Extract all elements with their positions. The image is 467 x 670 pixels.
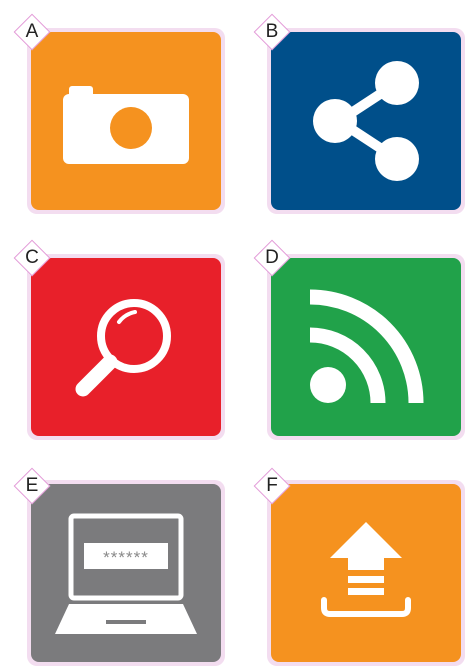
tile-d-panel [271, 258, 461, 436]
upload-icon [321, 522, 411, 617]
camera-icon [63, 86, 189, 164]
tile-e[interactable]: ****** [27, 480, 231, 670]
badge-letter: C [25, 247, 39, 268]
tile-a[interactable] [27, 28, 231, 218]
tile-c[interactable] [27, 254, 231, 444]
badge-c: C [13, 239, 51, 277]
badge-letter: B [265, 21, 279, 42]
tile-b-panel [271, 32, 461, 210]
tile-f[interactable] [267, 480, 467, 670]
badge-d: D [253, 239, 291, 277]
tile-c-panel [31, 258, 221, 436]
tile-f-panel [271, 484, 461, 662]
password-mask-text: ****** [103, 548, 149, 567]
badge-letter: A [25, 21, 39, 42]
badge-f: F [253, 467, 291, 505]
badge-letter: F [266, 475, 278, 496]
tile-d[interactable] [267, 254, 467, 444]
badge-letter: D [265, 247, 279, 268]
badge-letter: E [25, 475, 39, 496]
badge-a: A [13, 13, 51, 51]
badge-e: E [13, 467, 51, 505]
search-icon [75, 299, 171, 397]
rss-icon [309, 289, 424, 404]
share-icon [313, 61, 419, 181]
tile-a-panel [31, 32, 221, 210]
tile-b[interactable] [267, 28, 467, 218]
badge-b: B [253, 13, 291, 51]
tile-e-panel: ****** [31, 484, 221, 662]
laptop-password-icon: ****** [55, 513, 197, 634]
